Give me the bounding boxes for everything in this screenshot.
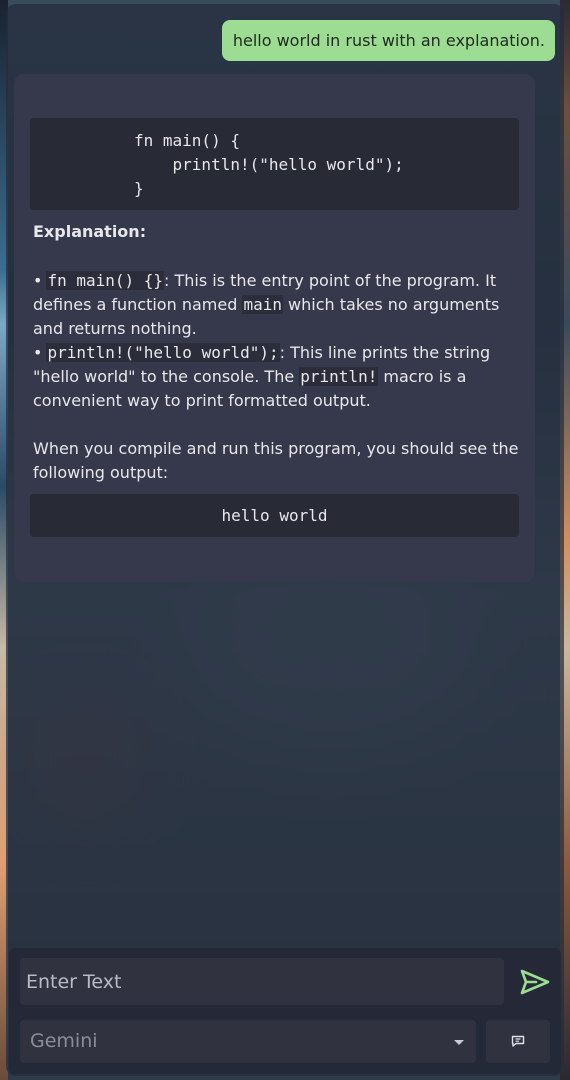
inline-code: fn main() {} [46, 271, 165, 290]
inline-code: println! [299, 367, 379, 386]
code-block: fn main() { println!("hello world"); } [30, 118, 519, 210]
bullet-item-println: • println!("hello world");: This line pri… [33, 341, 523, 413]
code-line: println!("hello world"); [134, 155, 404, 174]
new-chat-button[interactable] [486, 1020, 550, 1063]
chat-window: hello world in rust with an explanation.… [6, 4, 564, 1076]
model-select[interactable]: Gemini [20, 1020, 476, 1063]
send-button[interactable] [517, 964, 553, 1000]
explanation-heading: Explanation: [33, 222, 147, 241]
bullet-marker: • [33, 271, 43, 290]
inline-code: println!("hello world"); [46, 343, 280, 362]
output-code-block: hello world [30, 494, 519, 537]
model-select-value: Gemini [30, 1030, 98, 1052]
user-message: hello world in rust with an explanation. [221, 20, 555, 61]
chat-bubble-icon [511, 1035, 525, 1047]
code-line: } [134, 179, 144, 198]
assistant-message: fn main() { println!("hello world"); } E… [14, 74, 535, 582]
bullet-item-main: • fn main() {}: This is the entry point o… [33, 269, 523, 341]
message-input[interactable] [20, 958, 504, 1005]
send-icon [520, 969, 550, 995]
output-paragraph: When you compile and run this program, y… [33, 439, 519, 482]
inline-code: main [242, 295, 283, 314]
composer: Gemini [9, 948, 561, 1074]
chevron-down-icon [454, 1040, 464, 1045]
code-line: fn main() { [134, 131, 240, 150]
bullet-marker: • [33, 343, 43, 362]
